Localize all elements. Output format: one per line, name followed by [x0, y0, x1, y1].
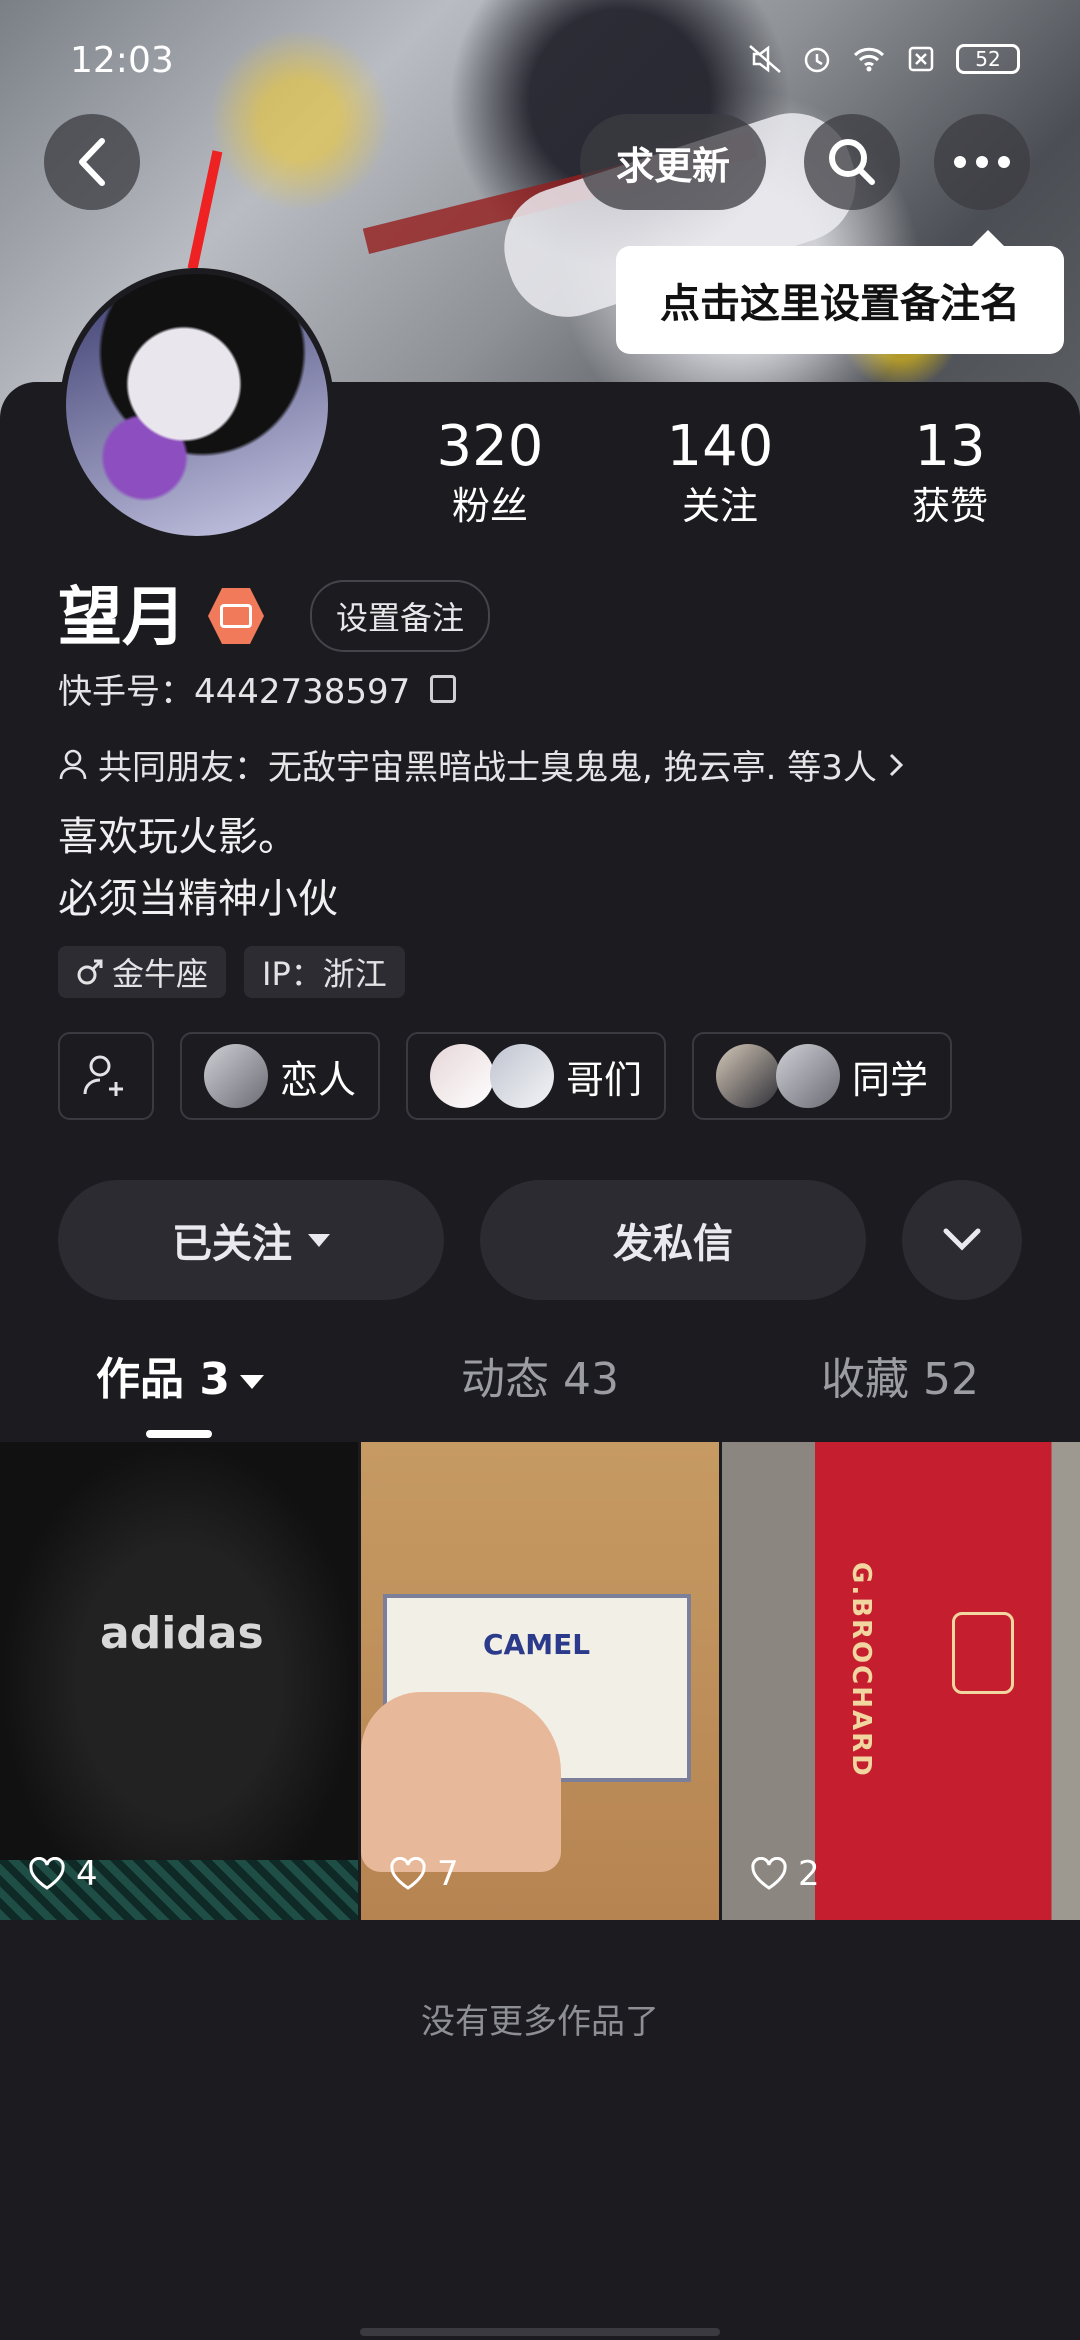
- group-chip-classmates[interactable]: 同学: [692, 1032, 953, 1120]
- caret-down-icon: [308, 1233, 330, 1247]
- cover-art-stroke: [187, 150, 223, 270]
- search-icon: [829, 139, 875, 185]
- work-thumbnail[interactable]: CAMEL 7: [361, 1442, 719, 1920]
- chevron-left-icon: [79, 138, 105, 186]
- group-label: 恋人: [280, 1057, 357, 1102]
- works-grid: adidas 4 CAMEL 7 G.BROCHARD 2: [0, 1442, 1080, 1920]
- sim-off-icon: [908, 46, 934, 72]
- group-avatar: [430, 1044, 495, 1108]
- followed-button[interactable]: 已关注: [58, 1180, 444, 1300]
- profile-actions: 已关注 发私信: [58, 1180, 1022, 1300]
- group-avatar: [490, 1044, 555, 1108]
- status-bar: 12:03 52: [0, 0, 1080, 130]
- hand-image: [361, 1692, 561, 1872]
- user-id-row: 快手号：4442738597: [58, 664, 457, 713]
- caret-down-icon: [239, 1375, 264, 1389]
- stat-label: 获赞: [911, 484, 988, 528]
- heart-icon: [390, 1857, 426, 1890]
- request-update-button[interactable]: 求更新: [580, 114, 766, 210]
- back-button[interactable]: [44, 114, 140, 210]
- more-options-button[interactable]: [934, 114, 1030, 210]
- group-avatar: [204, 1044, 268, 1108]
- tab-label: 作品 3: [96, 1354, 230, 1405]
- crest-image: [952, 1612, 1014, 1694]
- heart-icon: [751, 1857, 787, 1890]
- stat-label: 关注: [681, 484, 758, 528]
- adidas-logo: adidas: [100, 1608, 264, 1659]
- status-icons: 52: [748, 44, 1020, 74]
- group-avatar: [776, 1044, 841, 1108]
- send-message-button[interactable]: 发私信: [480, 1180, 866, 1300]
- stat-number: 320: [436, 414, 544, 479]
- search-button[interactable]: [804, 114, 900, 210]
- profile-tags: 金牛座 IP：浙江: [58, 946, 405, 998]
- mutual-friends-row[interactable]: 共同朋友：无敌宇宙黑暗战士臭鬼鬼, 挽云亭. 等3人: [58, 740, 905, 789]
- ip-location-tag: IP：浙江: [244, 946, 405, 998]
- bio-line: 必须当精神小伙: [58, 876, 338, 922]
- group-chip-lovers[interactable]: 恋人: [180, 1032, 381, 1120]
- alarm-icon: [804, 47, 830, 73]
- like-number: 2: [798, 1854, 820, 1894]
- active-tab-indicator: [146, 1430, 212, 1438]
- profile-stats: 320 粉丝 140 关注 13 获赞: [390, 412, 1050, 530]
- like-number: 4: [76, 1854, 98, 1894]
- ellipsis-icon: [954, 156, 1010, 168]
- stat-number: 140: [666, 414, 774, 479]
- stat-label: 粉丝: [451, 484, 528, 528]
- add-person-icon: [83, 1055, 123, 1096]
- stat-likes[interactable]: 13 获赞: [850, 412, 1050, 530]
- like-count: 4: [28, 1854, 98, 1894]
- mutual-friends-text: 共同朋友：无敌宇宙黑暗战士臭鬼鬼, 挽云亭. 等3人: [98, 748, 877, 788]
- profile-name: 望月: [58, 581, 186, 655]
- battery-icon: 52: [956, 44, 1020, 74]
- set-remark-tooltip[interactable]: 点击这里设置备注名: [616, 230, 1064, 354]
- stat-following[interactable]: 140 关注: [620, 412, 820, 530]
- tab-favorites[interactable]: 收藏 52: [720, 1340, 1080, 1440]
- heart-icon: [29, 1857, 65, 1890]
- add-friend-button[interactable]: [58, 1032, 154, 1120]
- zodiac-tag: 金牛座: [58, 946, 227, 998]
- wifi-icon: [853, 47, 885, 72]
- like-count: 2: [750, 1854, 820, 1894]
- group-avatar: [716, 1044, 781, 1108]
- mute-vibrate-icon: [749, 45, 781, 73]
- group-label: 哥们: [566, 1057, 643, 1102]
- person-icon: [59, 749, 87, 779]
- home-indicator[interactable]: [360, 2328, 720, 2336]
- work-thumbnail[interactable]: adidas 4: [0, 1442, 358, 1920]
- like-number: 7: [437, 1854, 459, 1894]
- group-label: 同学: [852, 1057, 929, 1102]
- chevron-right-icon: [889, 753, 903, 776]
- tab-moments[interactable]: 动态 43: [360, 1340, 720, 1440]
- bio: 喜欢玩火影。 必须当精神小伙: [58, 806, 338, 930]
- set-remark-button[interactable]: 设置备注: [310, 580, 491, 652]
- chevron-down-icon: [943, 1228, 981, 1251]
- copy-icon[interactable]: [430, 674, 457, 703]
- followed-label: 已关注: [172, 1221, 292, 1267]
- no-more-works-text: 没有更多作品了: [421, 2002, 659, 2042]
- expand-recommendations-button[interactable]: [902, 1180, 1022, 1300]
- content-tabs: 作品 3 动态 43 收藏 52: [0, 1340, 1080, 1440]
- like-count: 7: [389, 1854, 459, 1894]
- work-thumbnail[interactable]: G.BROCHARD 2: [722, 1442, 1080, 1920]
- friend-groups: 恋人 哥们 同学: [58, 1032, 953, 1120]
- camel-logo: CAMEL: [483, 1628, 591, 1661]
- user-id-text: 快手号：4442738597: [58, 672, 411, 712]
- bio-line: 喜欢玩火影。: [58, 814, 298, 860]
- status-time: 12:03: [70, 40, 174, 81]
- tab-works[interactable]: 作品 3: [0, 1340, 360, 1440]
- zodiac-text: 金牛座: [112, 955, 209, 993]
- avatar[interactable]: [60, 268, 334, 542]
- male-icon: [77, 959, 103, 985]
- group-chip-buddies[interactable]: 哥们: [406, 1032, 667, 1120]
- stat-followers[interactable]: 320 粉丝: [390, 412, 590, 530]
- stat-number: 13: [914, 414, 986, 479]
- brochard-logo: G.BROCHARD: [846, 1562, 876, 1778]
